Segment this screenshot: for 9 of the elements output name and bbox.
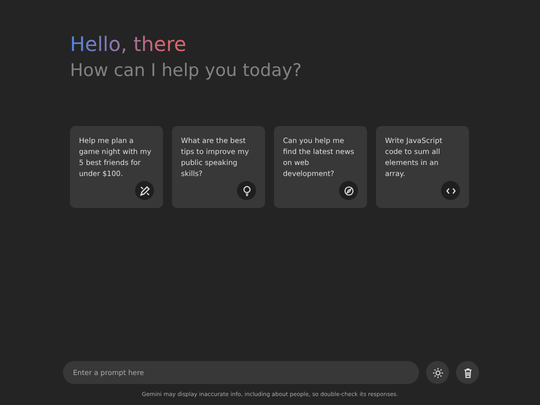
theme-button[interactable] bbox=[426, 361, 449, 384]
trash-icon bbox=[464, 368, 472, 378]
sun-icon bbox=[432, 368, 442, 378]
pen-icon bbox=[140, 186, 150, 196]
delete-button[interactable] bbox=[456, 361, 479, 384]
compass-icon bbox=[344, 186, 354, 196]
lightbulb-icon bbox=[242, 186, 250, 196]
code-icon bbox=[446, 186, 456, 194]
greeting-subtitle: How can I help you today? bbox=[70, 60, 303, 83]
